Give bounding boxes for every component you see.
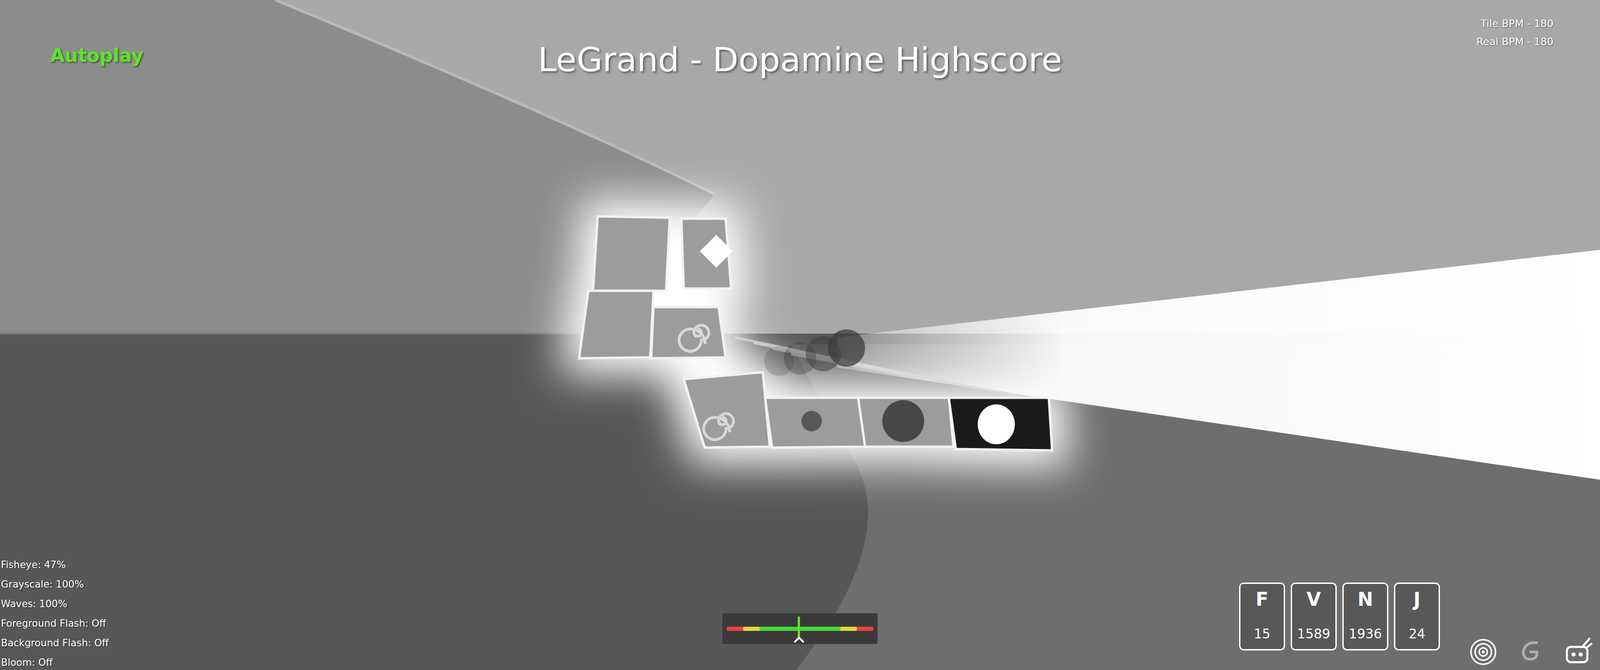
setting-line: Fisheye: 47% <box>0 558 109 572</box>
spiral-icon <box>679 325 709 352</box>
setting-line: Grayscale: 100% <box>0 577 109 591</box>
track-tile <box>579 290 654 359</box>
robot-icon[interactable] <box>1562 635 1594 667</box>
track-tile <box>651 306 726 359</box>
track-tile <box>948 397 1053 451</box>
track-tile <box>765 397 866 448</box>
autoplay-label: Autoplay <box>50 44 144 67</box>
game-scene <box>0 0 1600 670</box>
setting-line: Bloom: Off <box>0 655 109 669</box>
spiral-icon <box>703 413 734 440</box>
track-tile <box>593 216 670 291</box>
setting-line: Background Flash: Off <box>0 636 109 650</box>
setting-line: Foreground Flash: Off <box>0 616 109 630</box>
judgment-cards: F 15V 1589N 1936J 24 <box>1239 582 1440 651</box>
timing-meter <box>722 613 878 644</box>
judgment-card: N 1936 <box>1342 582 1389 651</box>
judgment-card: V 1589 <box>1290 582 1337 651</box>
setting-line: Waves: 100% <box>0 597 109 611</box>
judgment-card: J 24 <box>1393 582 1440 651</box>
target-icon[interactable] <box>1467 635 1499 667</box>
light-beam <box>837 249 1600 480</box>
bpm-line: Real BPM - 180 <box>1476 35 1554 48</box>
diamond-icon <box>700 234 734 268</box>
swirl-icon[interactable] <box>1515 635 1547 667</box>
dark-planet <box>882 400 925 442</box>
song-title: LeGrand - Dopamine Highscore <box>0 40 1600 80</box>
track-tile <box>683 372 770 448</box>
bpm-info: Tile BPM - 180 Real BPM - 180 <box>1476 17 1554 48</box>
track-tile <box>858 397 954 447</box>
settings-list: Fisheye: 47% Grayscale: 100% Waves: 100% Fo… <box>0 558 109 669</box>
judgment-card: F 15 <box>1239 582 1286 651</box>
bpm-line: Tile BPM - 180 <box>1480 17 1554 30</box>
toolbar <box>1467 635 1594 667</box>
light-planet <box>977 404 1015 445</box>
game-screen: Autoplay LeGrand - Dopamine Highscore Ti… <box>0 0 1600 670</box>
